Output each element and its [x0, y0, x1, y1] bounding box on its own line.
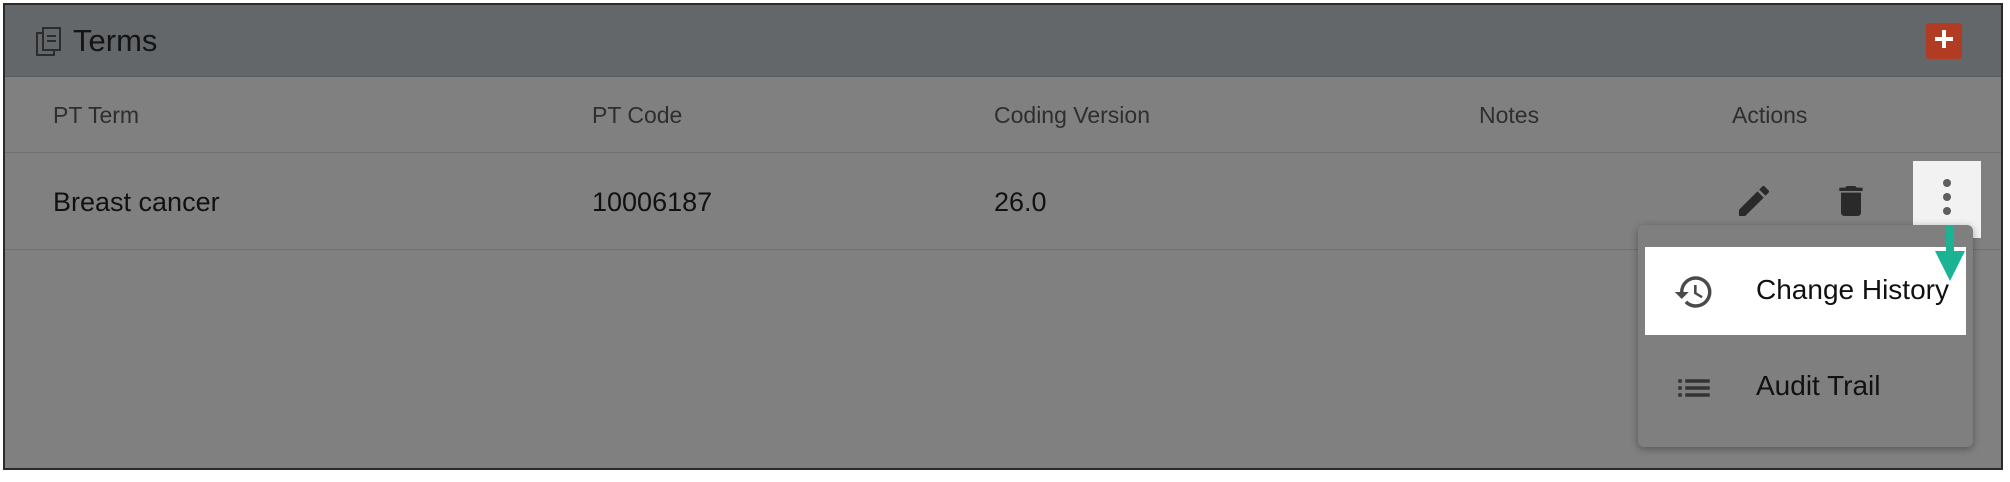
menu-item-label: Audit Trail: [1756, 370, 1881, 401]
pt-code-cell: 10006187: [592, 187, 713, 217]
column-header-actions: Actions: [1732, 102, 1808, 128]
pt-term-cell: Breast cancer: [53, 187, 220, 217]
pencil-edit-icon: [1734, 181, 1774, 226]
menu-item-change-history[interactable]: Change History: [1645, 247, 1966, 335]
annotation-arrow-icon: [1930, 225, 1970, 285]
panel-title: Terms: [73, 23, 158, 58]
history-icon: [1673, 271, 1715, 313]
actions-dropdown-menu: Change History Audit Trail: [1638, 225, 1973, 447]
column-header-pt-code: PT Code: [592, 102, 683, 128]
plus-icon: [1933, 28, 1955, 55]
coding-version-cell: 26.0: [994, 187, 1047, 217]
clipboard-copy-icon: [36, 27, 62, 57]
list-icon: [1673, 367, 1715, 409]
column-header-notes: Notes: [1479, 102, 1540, 128]
terms-panel: Terms PT Term PT Code Coding Version Not…: [3, 3, 2003, 470]
more-vertical-icon: [1941, 177, 1953, 222]
delete-button[interactable]: [1831, 183, 1871, 223]
panel-header: Terms: [5, 5, 2001, 77]
table-header-row: PT Term PT Code Coding Version Notes Act…: [5, 77, 2001, 153]
trash-delete-icon: [1831, 181, 1871, 226]
column-header-pt-term: PT Term: [53, 102, 140, 128]
edit-button[interactable]: [1734, 183, 1774, 223]
menu-item-label: Change History: [1756, 274, 1949, 305]
add-term-button[interactable]: [1926, 23, 1962, 59]
column-header-coding-version: Coding Version: [994, 102, 1150, 128]
menu-item-audit-trail[interactable]: Audit Trail: [1645, 343, 1966, 431]
